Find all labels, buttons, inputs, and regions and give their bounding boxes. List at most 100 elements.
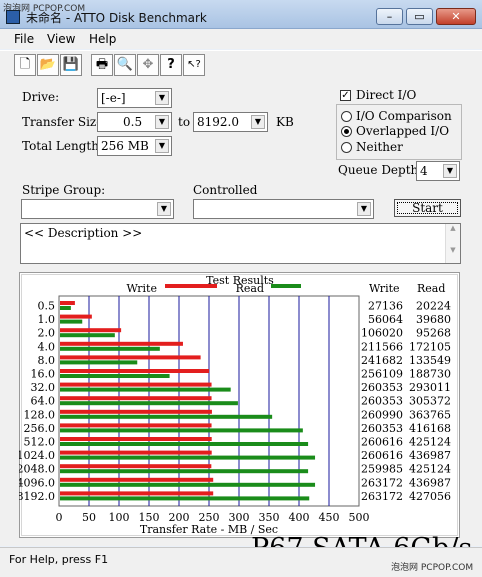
read-bar <box>60 401 238 406</box>
read-value: 20224 <box>416 300 451 313</box>
write-bar <box>60 355 201 360</box>
y-tick-label: 32.0 <box>31 381 56 394</box>
y-tick-label: 8.0 <box>38 354 56 367</box>
write-value: 260616 <box>361 436 403 449</box>
queue-depth-select[interactable]: 4 ▼ <box>416 161 460 181</box>
chevron-down-icon[interactable]: ▼ <box>155 91 169 105</box>
chevron-down-icon[interactable]: ▼ <box>251 115 265 129</box>
read-value: 293011 <box>409 381 451 394</box>
read-bar <box>60 387 231 392</box>
chevron-down-icon[interactable]: ▼ <box>155 139 169 153</box>
y-tick-label: 256.0 <box>24 422 56 435</box>
scroll-down-icon[interactable]: ▼ <box>446 246 460 254</box>
neither-radio[interactable] <box>341 142 352 153</box>
read-value: 425124 <box>409 436 451 449</box>
read-value: 133549 <box>409 354 451 367</box>
scroll-up-icon[interactable]: ▲ <box>446 224 460 232</box>
y-tick-label: 2.0 <box>38 327 56 340</box>
legend-read-label: Read <box>236 282 264 295</box>
save-icon[interactable]: 💾 <box>60 54 82 76</box>
transfer-size-label: Transfer Size: <box>22 115 108 129</box>
y-tick-label: 512.0 <box>24 436 56 449</box>
read-value: 425124 <box>409 463 451 476</box>
read-value: 172105 <box>409 340 451 353</box>
read-bar <box>60 414 273 419</box>
controlled-select[interactable]: ▼ <box>193 199 374 219</box>
total-length-select[interactable]: 256 MB ▼ <box>97 136 172 156</box>
write-value: 106020 <box>361 327 403 340</box>
x-tick-label: 500 <box>349 511 370 524</box>
write-bar <box>60 341 183 346</box>
read-value: 95268 <box>416 327 451 340</box>
write-bar <box>60 314 92 319</box>
open-folder-icon[interactable]: 📂 <box>37 54 59 76</box>
drive-label: Drive: <box>22 90 60 104</box>
close-button[interactable]: ✕ <box>436 8 476 25</box>
chevron-down-icon[interactable]: ▼ <box>155 115 169 129</box>
transfer-size-to-select[interactable]: 8192.0 ▼ <box>193 112 268 132</box>
y-tick-label: 16.0 <box>31 368 56 381</box>
read-value: 39680 <box>416 313 451 326</box>
move-icon[interactable]: ✥ <box>137 54 159 76</box>
y-tick-label: 8192.0 <box>19 490 55 503</box>
minimize-button[interactable]: – <box>376 8 403 25</box>
write-bar <box>60 396 212 401</box>
x-tick-label: 450 <box>319 511 340 524</box>
write-value: 211566 <box>361 340 403 353</box>
kb-label: KB <box>276 115 294 129</box>
read-value: 436987 <box>409 476 451 489</box>
write-bar <box>60 464 212 469</box>
direct-io-checkbox[interactable]: ✓ <box>340 90 351 101</box>
y-tick-label: 4.0 <box>38 340 56 353</box>
write-bar <box>60 382 212 387</box>
write-value: 260990 <box>361 408 403 421</box>
chevron-down-icon[interactable]: ▼ <box>357 202 371 216</box>
print-preview-icon[interactable]: 🔍 <box>114 54 136 76</box>
legend-read-swatch <box>271 284 301 288</box>
read-bar <box>60 482 316 487</box>
read-bar <box>60 442 309 446</box>
read-value: 363765 <box>409 408 451 421</box>
chevron-down-icon[interactable]: ▼ <box>443 164 457 178</box>
drive-select[interactable]: [-e-] ▼ <box>97 88 172 108</box>
io-comparison-radio[interactable] <box>341 111 352 122</box>
context-help-icon[interactable]: ↖? <box>183 54 205 76</box>
write-value: 241682 <box>361 354 403 367</box>
write-value: 256109 <box>361 368 403 381</box>
new-document-icon[interactable]: 🗋 <box>14 54 36 76</box>
drive-value: [-e-] <box>101 91 126 105</box>
io-comparison-label: I/O Comparison <box>356 109 452 123</box>
y-tick-label: 64.0 <box>31 395 56 408</box>
description-text: << Description >> <box>24 226 143 240</box>
chevron-down-icon[interactable]: ▼ <box>157 202 171 216</box>
transfer-to-value: 8192.0 <box>197 115 239 129</box>
maximize-button[interactable]: ▭ <box>406 8 433 25</box>
y-tick-label: 2048.0 <box>19 463 55 476</box>
help-icon[interactable]: ? <box>160 54 182 76</box>
watermark-bottom: 泡泡网 PCPOP.COM <box>391 563 474 573</box>
read-bar <box>60 496 310 501</box>
transfer-size-from-select[interactable]: 0.5 ▼ <box>97 112 172 132</box>
stripe-group-select[interactable]: ▼ <box>21 199 174 219</box>
controlled-label: Controlled <box>193 183 258 197</box>
read-bar <box>60 455 316 460</box>
write-value: 260353 <box>361 395 403 408</box>
read-bar <box>60 346 160 351</box>
description-scrollbar[interactable]: ▲ ▼ <box>445 224 460 263</box>
direct-io-label: Direct I/O <box>356 88 417 102</box>
menu-file[interactable]: File <box>14 32 34 46</box>
overlapped-io-radio[interactable] <box>341 126 352 137</box>
to-label: to <box>178 115 191 129</box>
menu-view[interactable]: View <box>47 32 75 46</box>
start-button[interactable]: Start <box>394 199 461 217</box>
menu-help[interactable]: Help <box>89 32 116 46</box>
print-icon[interactable]: 🖶 <box>91 54 113 76</box>
write-bar <box>60 301 75 305</box>
transfer-from-value: 0.5 <box>123 115 143 129</box>
write-bar <box>60 423 212 428</box>
write-value: 260353 <box>361 381 403 394</box>
read-bar <box>60 360 138 365</box>
x-tick-label: 100 <box>109 511 130 524</box>
description-field[interactable]: << Description >> ▲ ▼ <box>20 223 461 264</box>
write-bar <box>60 369 210 373</box>
